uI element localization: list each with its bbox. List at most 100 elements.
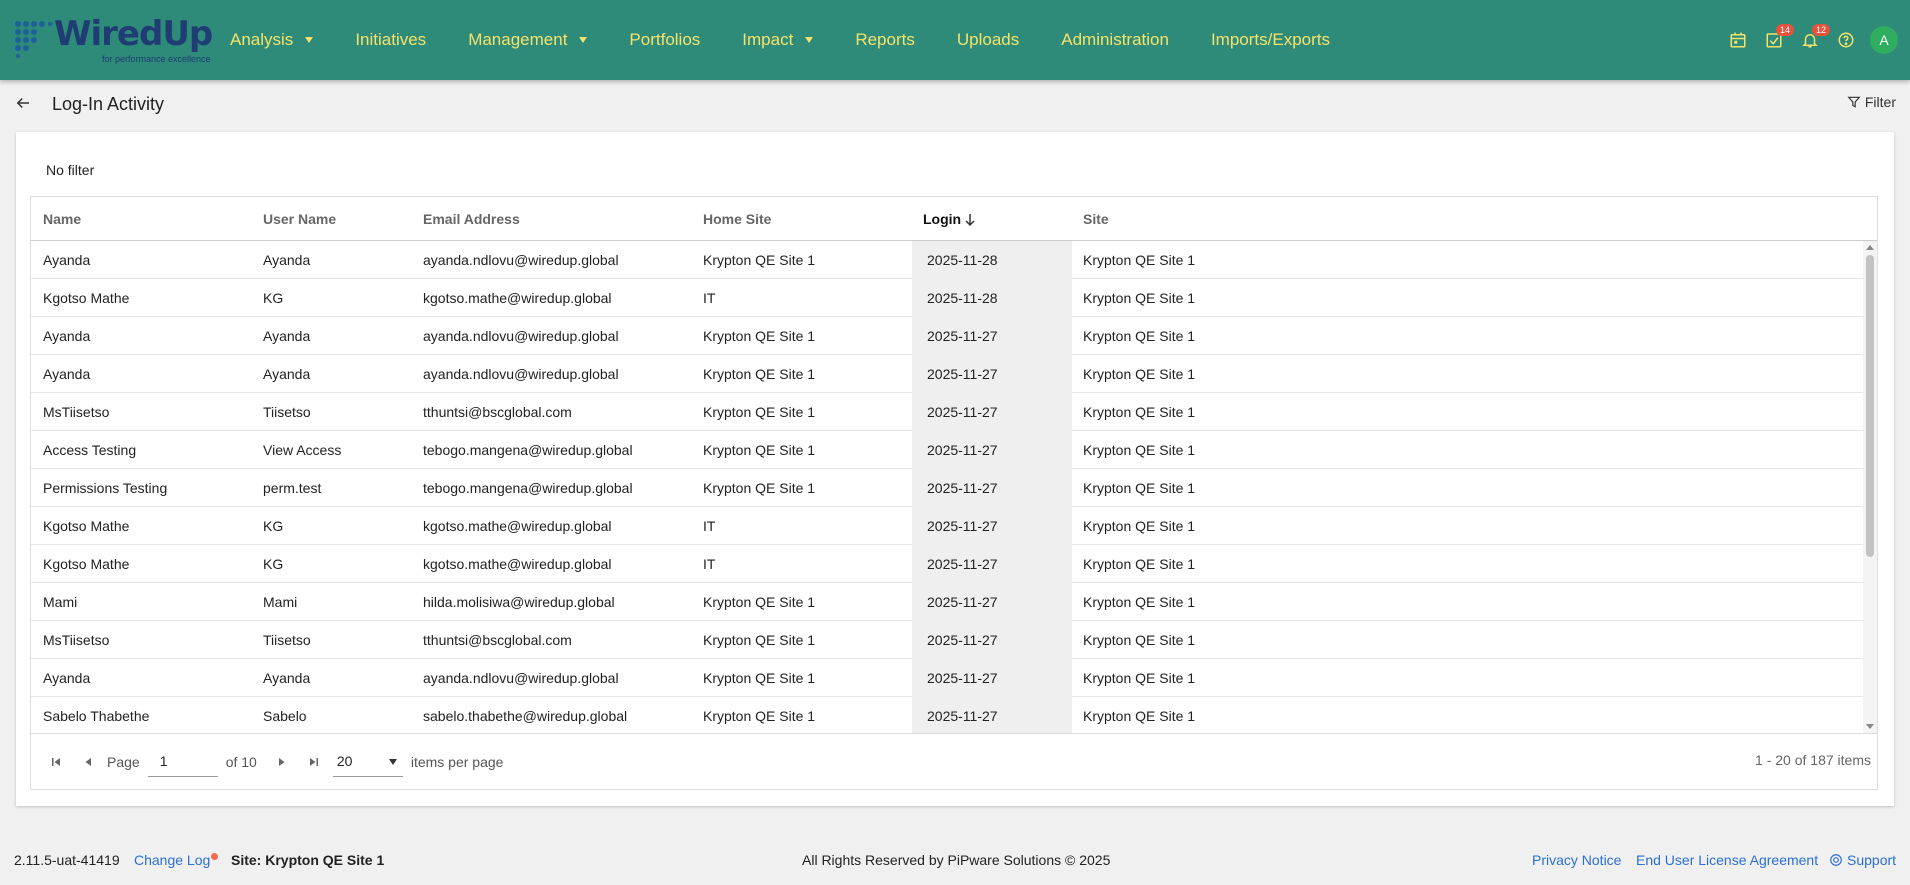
cell-home-site: IT <box>703 518 716 534</box>
eula-link[interactable]: End User License Agreement <box>1636 852 1818 868</box>
cell-login: 2025-11-27 <box>927 404 998 420</box>
table-row[interactable]: Permissions Testing perm.test tebogo.mange… <box>31 469 1863 507</box>
page-size-select[interactable]: 20 <box>332 747 403 777</box>
scrollbar-thumb[interactable] <box>1866 255 1874 557</box>
nav-reports[interactable]: Reports <box>855 30 915 50</box>
nav-administration[interactable]: Administration <box>1061 30 1169 50</box>
page-title: Log-In Activity <box>52 94 165 114</box>
cell-login: 2025-11-27 <box>927 442 998 458</box>
table-row[interactable]: Ayanda Ayanda ayanda.ndlovu@wiredup.global… <box>31 355 1863 393</box>
support-link[interactable]: Support <box>1829 852 1896 868</box>
calendar-icon <box>1730 32 1746 48</box>
back-button[interactable] <box>14 94 34 114</box>
scroll-up-icon[interactable] <box>1866 245 1874 250</box>
filter-button[interactable]: Filter <box>1847 94 1896 110</box>
cell-email: kgotso.mathe@wiredup.global <box>423 556 612 572</box>
cell-login: 2025-11-28 <box>927 290 998 306</box>
cell-home-site: IT <box>703 556 716 572</box>
cell-login: 2025-11-27 <box>927 594 998 610</box>
cell-login: 2025-11-27 <box>927 366 998 382</box>
tasks-button[interactable]: 14 <box>1756 22 1795 58</box>
column-header-home-site[interactable]: Home Site <box>703 211 771 227</box>
logo-tagline: for performance excellence <box>102 54 211 64</box>
log-in-activity-card: No filter Name User Name Email Address H… <box>16 132 1894 806</box>
column-header-site[interactable]: Site <box>1083 211 1109 227</box>
nav-impact[interactable]: Impact <box>742 30 814 50</box>
column-header-email[interactable]: Email Address <box>423 211 520 227</box>
cell-name: Kgotso Mathe <box>43 556 130 572</box>
cell-site: Krypton QE Site 1 <box>1083 670 1196 686</box>
cell-user-name: Ayanda <box>263 366 311 382</box>
privacy-notice-link[interactable]: Privacy Notice <box>1532 852 1621 868</box>
cell-site: Krypton QE Site 1 <box>1083 442 1196 458</box>
nav-initiatives[interactable]: Initiatives <box>355 30 426 50</box>
cell-user-name: Mami <box>263 594 298 610</box>
calendar-button[interactable] <box>1720 22 1756 58</box>
page-number-input[interactable] <box>147 746 218 777</box>
change-log-link[interactable]: Change Log <box>134 852 210 868</box>
cell-site: Krypton QE Site 1 <box>1083 290 1196 306</box>
cell-login: 2025-11-27 <box>927 518 998 534</box>
cell-home-site: Krypton QE Site 1 <box>703 594 816 610</box>
login-activity-grid: Name User Name Email Address Home Site L… <box>30 196 1878 790</box>
help-button[interactable] <box>1828 22 1864 58</box>
cell-user-name: Ayanda <box>263 252 311 268</box>
caret-down-icon <box>305 37 314 43</box>
cell-name: Access Testing <box>43 442 137 458</box>
cell-name: Mami <box>43 594 78 610</box>
cell-home-site: Krypton QE Site 1 <box>703 328 816 344</box>
table-row[interactable]: Ayanda Ayanda ayanda.ndlovu@wiredup.global… <box>31 659 1863 697</box>
column-header-user-name[interactable]: User Name <box>263 211 336 227</box>
nav-label: Reports <box>855 30 915 49</box>
page-titlebar: Log-In Activity Filter <box>0 84 1910 126</box>
table-row[interactable]: MsTiisetso Tiisetso tthuntsi@bscglobal.com… <box>31 393 1863 431</box>
table-row[interactable]: Ayanda Ayanda ayanda.ndlovu@wiredup.global… <box>31 317 1863 355</box>
nav-management[interactable]: Management <box>468 30 588 50</box>
table-row[interactable]: Sabelo Thabethe Sabelo sabelo.thabethe@wir… <box>31 697 1863 733</box>
vertical-scrollbar[interactable] <box>1863 241 1877 733</box>
cell-user-name: View Access <box>263 442 342 458</box>
first-page-button[interactable] <box>45 751 67 773</box>
notifications-button[interactable]: 12 <box>1792 22 1831 58</box>
table-row[interactable]: Kgotso Mathe KG kgotso.mathe@wiredup.globa… <box>31 279 1863 317</box>
nav-analysis[interactable]: Analysis <box>230 30 314 50</box>
wiredup-logo[interactable]: WiredUp for performance excellence <box>12 14 217 66</box>
change-log-indicator <box>211 853 218 860</box>
cell-home-site: Krypton QE Site 1 <box>703 670 816 686</box>
cell-login: 2025-11-28 <box>927 252 998 268</box>
column-header-login[interactable]: Login <box>923 211 961 227</box>
user-avatar[interactable]: A <box>1870 26 1898 54</box>
cell-email: tthuntsi@bscglobal.com <box>423 404 572 420</box>
footer: 2.11.5-uat-41419 Change Log Site: Krypto… <box>0 843 1910 885</box>
scroll-down-icon[interactable] <box>1866 724 1874 729</box>
nav-imports-exports[interactable]: Imports/Exports <box>1211 30 1330 50</box>
cell-name: MsTiisetso <box>43 632 110 648</box>
grid-body: Ayanda Ayanda ayanda.ndlovu@wiredup.global… <box>31 241 1863 733</box>
cell-home-site: Krypton QE Site 1 <box>703 366 816 382</box>
previous-page-icon <box>85 757 91 766</box>
next-page-button[interactable] <box>271 751 293 773</box>
cell-user-name: Ayanda <box>263 670 311 686</box>
chevron-down-icon <box>388 758 397 765</box>
cell-login: 2025-11-27 <box>927 556 998 572</box>
nav-label: Impact <box>742 30 794 49</box>
table-row[interactable]: Kgotso Mathe KG kgotso.mathe@wiredup.globa… <box>31 545 1863 583</box>
nav-portfolios[interactable]: Portfolios <box>629 30 700 50</box>
cell-site: Krypton QE Site 1 <box>1083 518 1196 534</box>
table-row[interactable]: Kgotso Mathe KG kgotso.mathe@wiredup.globa… <box>31 507 1863 545</box>
last-page-button[interactable] <box>303 751 325 773</box>
filter-icon <box>1847 96 1861 108</box>
filter-state: No filter <box>46 162 95 178</box>
cell-name: Sabelo Thabethe <box>43 708 150 724</box>
column-header-name[interactable]: Name <box>43 211 81 227</box>
previous-page-button[interactable] <box>77 751 99 773</box>
cell-name: Kgotso Mathe <box>43 518 130 534</box>
table-row[interactable]: MsTiisetso Tiisetso tthuntsi@bscglobal.com… <box>31 621 1863 659</box>
table-row[interactable]: Access Testing View Access tebogo.mangena@… <box>31 431 1863 469</box>
table-row[interactable]: Mami Mami hilda.molisiwa@wiredup.global Kry… <box>31 583 1863 621</box>
main-nav: Analysis Initiatives Management Portfoli… <box>230 0 1372 80</box>
cell-site: Krypton QE Site 1 <box>1083 252 1196 268</box>
cell-home-site: IT <box>703 290 716 306</box>
table-row[interactable]: Ayanda Ayanda ayanda.ndlovu@wiredup.global… <box>31 241 1863 279</box>
nav-uploads[interactable]: Uploads <box>957 30 1019 50</box>
